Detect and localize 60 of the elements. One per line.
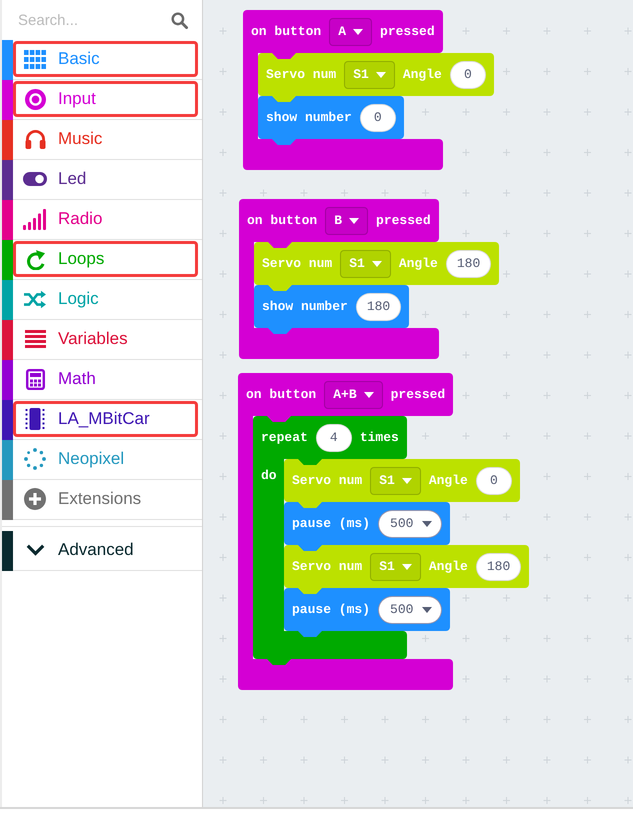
block-label: do bbox=[261, 468, 277, 483]
caret-icon bbox=[349, 218, 360, 224]
circular-arrow-icon bbox=[24, 248, 46, 270]
plus-circle-icon bbox=[24, 488, 46, 510]
block-label: pause (ms) bbox=[292, 602, 370, 617]
block-label: on button bbox=[251, 24, 322, 39]
caret-icon bbox=[376, 72, 386, 78]
block-label: Servo num bbox=[292, 559, 362, 574]
block-label: times bbox=[360, 430, 399, 445]
block-label: show number bbox=[262, 299, 348, 314]
block-label: on button bbox=[246, 387, 316, 402]
category-item[interactable]: LA_MBitCar bbox=[13, 401, 198, 437]
number-input[interactable]: 4 bbox=[316, 424, 352, 452]
shuffle-icon bbox=[24, 290, 46, 308]
number-input[interactable]: 0 bbox=[450, 60, 486, 88]
signal-bars-icon bbox=[23, 208, 47, 230]
block-label: Angle bbox=[402, 67, 442, 82]
block-label: pause (ms) bbox=[292, 516, 370, 531]
caret-icon bbox=[364, 392, 374, 398]
number-input[interactable]: 180 bbox=[356, 292, 402, 320]
number-dropdown[interactable]: 500 bbox=[378, 510, 442, 538]
headphones-icon bbox=[24, 129, 46, 149]
calculator-icon bbox=[26, 368, 44, 390]
caret-icon bbox=[422, 606, 432, 612]
block-label: Angle bbox=[398, 256, 438, 271]
category-item[interactable]: Input bbox=[13, 81, 198, 117]
block-label: show number bbox=[266, 110, 352, 125]
number-input[interactable]: 180 bbox=[446, 250, 492, 278]
block-label: on button bbox=[247, 213, 318, 228]
block-label: pressed bbox=[380, 24, 435, 39]
grid-icon bbox=[24, 50, 46, 68]
block-label: pressed bbox=[376, 213, 431, 228]
chevron-down-icon bbox=[26, 544, 44, 556]
block-label: Angle bbox=[428, 559, 468, 574]
toggle-icon bbox=[23, 172, 47, 186]
horizontal-lines-icon bbox=[24, 330, 46, 348]
number-input[interactable]: 0 bbox=[476, 466, 512, 494]
caret-icon bbox=[372, 260, 382, 266]
caret-icon bbox=[422, 520, 432, 526]
search-icon[interactable] bbox=[171, 12, 188, 28]
block-label: Servo num bbox=[262, 256, 332, 271]
search-field[interactable]: Search... bbox=[18, 8, 171, 32]
number-input[interactable]: 180 bbox=[476, 552, 522, 580]
caret-icon bbox=[402, 564, 412, 570]
number-input[interactable]: 0 bbox=[360, 104, 396, 132]
block-label: Servo num bbox=[266, 67, 336, 82]
chip-icon bbox=[25, 408, 45, 430]
block-label: Servo num bbox=[292, 473, 362, 488]
block-label: pressed bbox=[390, 387, 446, 402]
caret-icon bbox=[353, 28, 364, 34]
dropdown[interactable]: A bbox=[329, 18, 372, 46]
caret-icon bbox=[402, 478, 412, 484]
block-label: repeat bbox=[261, 430, 308, 445]
dotted-circle-icon bbox=[24, 448, 46, 470]
dropdown[interactable]: B bbox=[325, 206, 368, 234]
dropdown[interactable]: A+B bbox=[324, 380, 383, 408]
block-label: Angle bbox=[428, 473, 468, 488]
target-icon bbox=[24, 88, 46, 110]
category-item[interactable]: Basic bbox=[13, 41, 198, 77]
number-dropdown[interactable]: 500 bbox=[378, 596, 442, 624]
